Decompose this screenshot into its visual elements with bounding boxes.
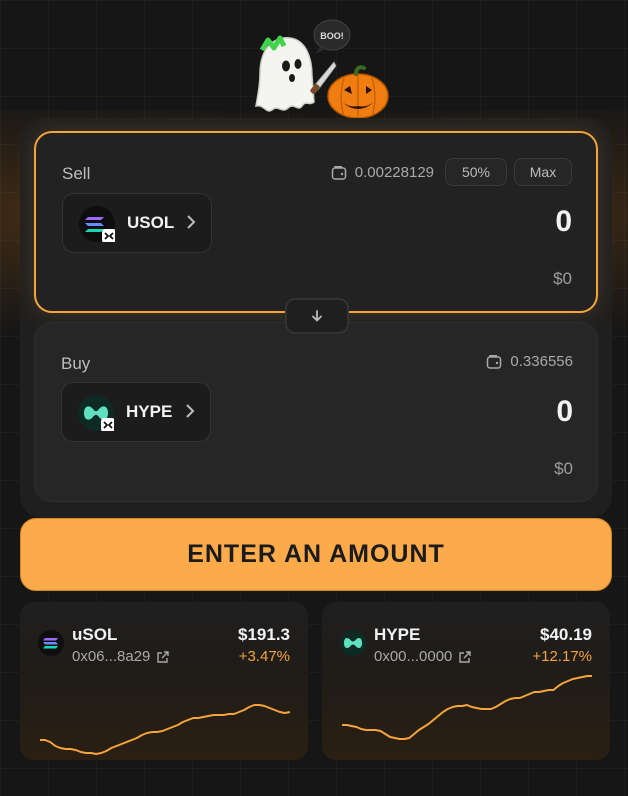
market-card-usol[interactable]: uSOL 0x06...8a29 $191.3 +3.47% xyxy=(20,602,308,760)
wallet-icon xyxy=(487,354,502,369)
chevron-right-icon xyxy=(187,215,196,229)
hype-logo-icon xyxy=(340,630,366,656)
buy-balance: 0.336556 xyxy=(486,353,573,370)
buy-token-selector[interactable]: HYPE xyxy=(61,382,211,442)
usol-logo-icon xyxy=(79,206,115,242)
buy-usd-value: $0 xyxy=(554,459,573,478)
buy-balance-value: 0.336556 xyxy=(510,353,573,370)
market-address-text: 0x00...0000 xyxy=(374,648,453,665)
sparkline-series xyxy=(342,675,592,740)
usol-logo-icon xyxy=(38,630,64,656)
buy-card: Buy 0.336556 HYPE 0 $0 xyxy=(34,322,598,502)
sell-token-symbol: USOL xyxy=(127,213,175,232)
buy-label: Buy xyxy=(61,354,91,373)
sparkline-chart xyxy=(342,675,592,740)
sell-balance-value: 0.00228129 xyxy=(354,164,434,181)
sell-usd-value: $0 xyxy=(553,269,572,288)
external-link-icon xyxy=(459,650,472,663)
hype-logo-icon xyxy=(78,395,114,431)
sell-amount-input[interactable]: 0 xyxy=(555,205,572,239)
half-button[interactable]: 50% xyxy=(445,158,507,186)
market-card-hype[interactable]: HYPE 0x00...0000 $40.19 +12.17% xyxy=(322,602,610,760)
arrow-down-icon xyxy=(312,310,322,322)
buy-amount-input[interactable]: 0 xyxy=(556,395,573,429)
sell-card: Sell 0.00228129 50% Max USOL 0 $0 xyxy=(34,131,598,313)
enter-amount-button[interactable]: ENTER AN AMOUNT xyxy=(20,518,612,591)
sparkline-series xyxy=(40,704,291,755)
market-address[interactable]: 0x00...0000 xyxy=(374,648,472,665)
market-price: $191.3 xyxy=(238,625,290,644)
chevron-right-icon xyxy=(186,404,195,418)
boo-text: BOO! xyxy=(320,31,344,41)
max-button[interactable]: Max xyxy=(514,158,572,186)
market-price: $40.19 xyxy=(540,625,592,644)
swap-direction-button[interactable] xyxy=(285,298,349,334)
sell-token-selector[interactable]: USOL xyxy=(62,193,212,253)
buy-token-symbol: HYPE xyxy=(126,402,173,421)
market-address-text: 0x06...8a29 xyxy=(72,648,151,665)
sell-label: Sell xyxy=(62,164,91,183)
halloween-mascot-icon: BOO! xyxy=(255,19,389,119)
market-change: +3.47% xyxy=(238,648,290,665)
sell-balance: 0.00228129 xyxy=(331,164,434,181)
market-change: +12.17% xyxy=(532,648,592,665)
sparkline-chart xyxy=(40,704,291,755)
market-address[interactable]: 0x06...8a29 xyxy=(72,648,170,665)
wallet-icon xyxy=(331,165,346,180)
market-name: HYPE xyxy=(374,625,421,644)
external-link-icon xyxy=(157,650,170,663)
market-name: uSOL xyxy=(72,625,118,644)
